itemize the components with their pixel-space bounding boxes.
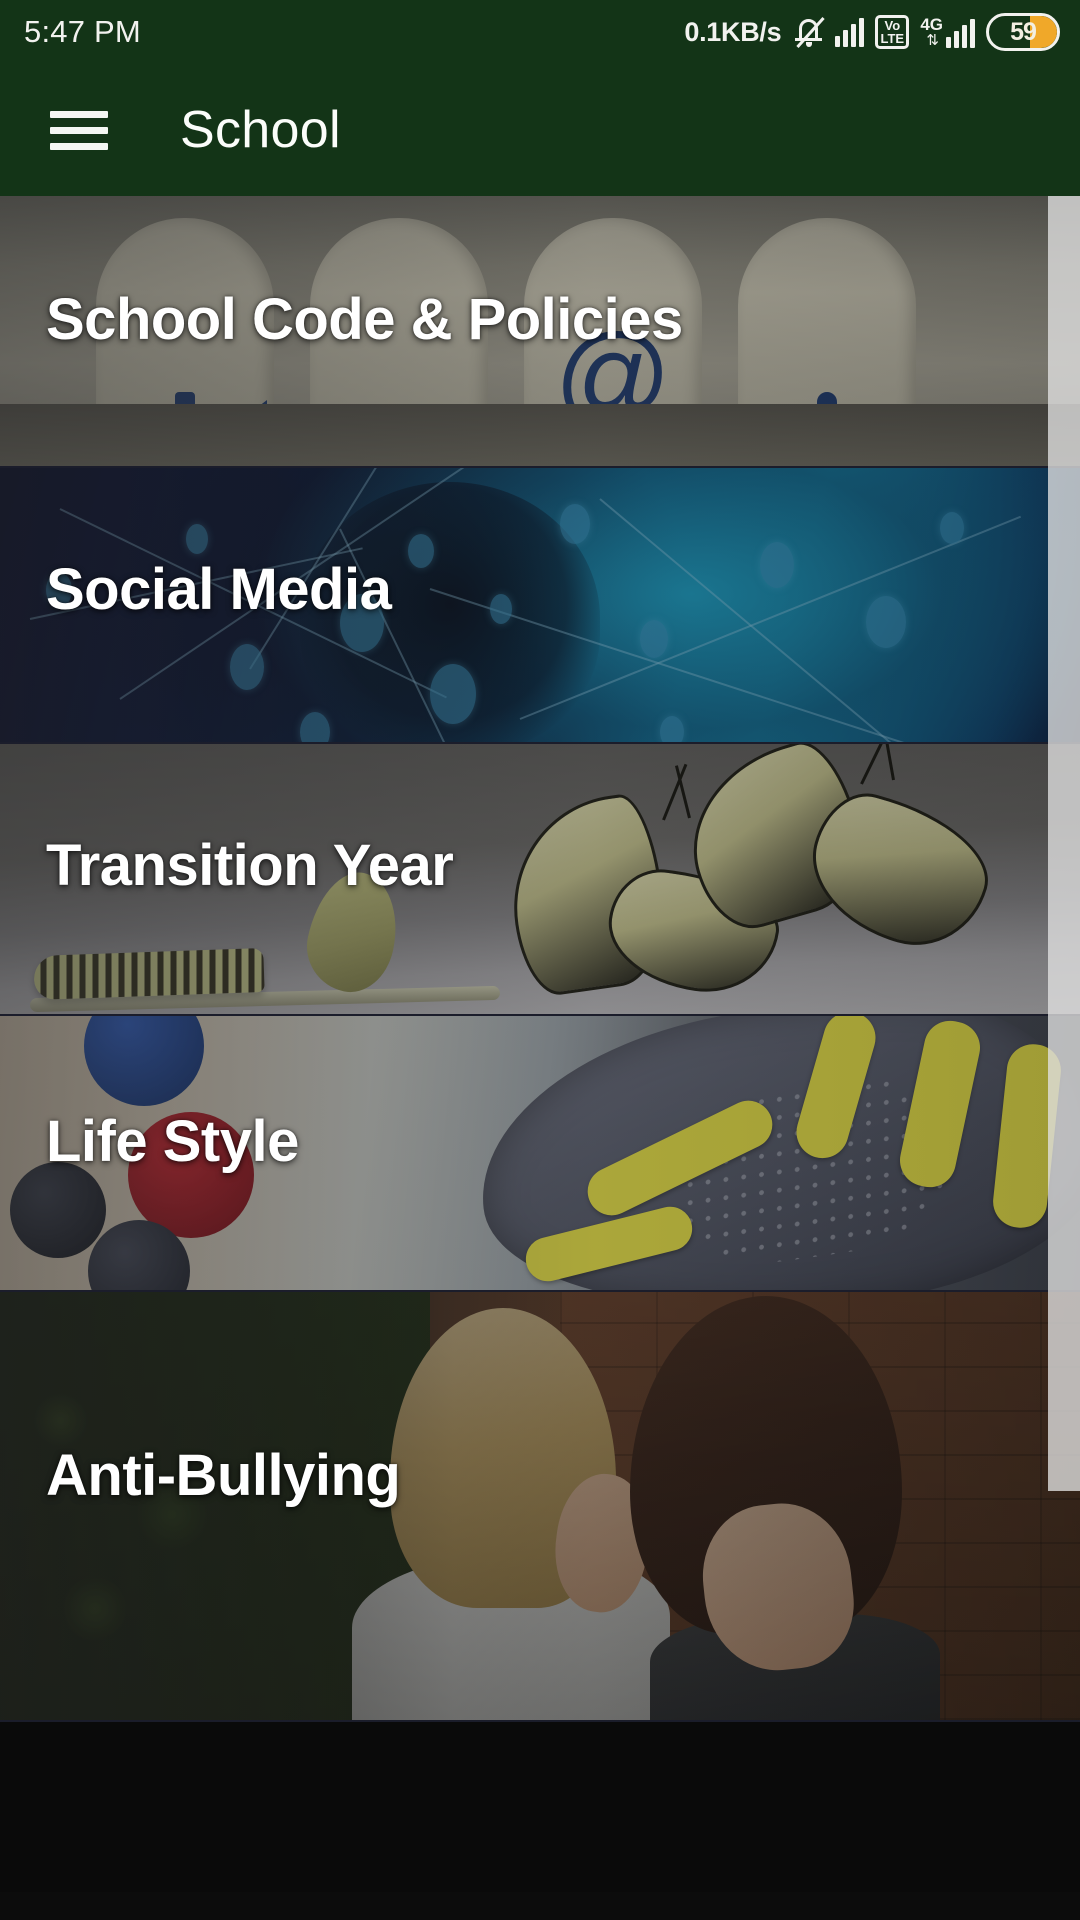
data-arrows-icon: ⇅ xyxy=(926,32,939,49)
battery-percent-label: 59 xyxy=(1010,17,1037,46)
sim2-signal-group: 4G ⇅ xyxy=(920,16,975,48)
list-item[interactable]: Transition Year xyxy=(0,744,1080,1016)
signal-bars-2-icon xyxy=(946,18,975,48)
status-bar-icons: 0.1KB/s Vo LTE 4G ⇅ 59 xyxy=(684,13,1060,51)
list-item[interactable]: Anti-Bullying xyxy=(0,1292,1080,1722)
network-speed-label: 0.1KB/s xyxy=(684,16,782,47)
4g-icon: 4G ⇅ xyxy=(920,16,943,48)
volte-icon: Vo LTE xyxy=(875,15,910,49)
scrollbar[interactable] xyxy=(1048,196,1080,1920)
status-bar-clock: 5:47 PM xyxy=(24,14,141,49)
list-item[interactable]: Social Media xyxy=(0,468,1080,744)
page-title: School xyxy=(180,101,341,159)
list-item-label: Life Style xyxy=(46,1109,299,1174)
volte-bottom-label: LTE xyxy=(880,31,905,46)
list-item[interactable]: Life Style xyxy=(0,1016,1080,1292)
signal-bars-icon xyxy=(835,17,865,47)
phone-screen: 5:47 PM 0.1KB/s Vo LTE 4G ⇅ 59 School Sc… xyxy=(0,0,1080,1920)
4g-label: 4G xyxy=(920,15,943,34)
hamburger-menu-icon[interactable] xyxy=(50,102,108,159)
category-list[interactable]: @ School Code & Policies xyxy=(0,196,1080,1920)
list-item-label: School Code & Policies xyxy=(46,287,683,352)
bottom-strip xyxy=(0,1892,1080,1920)
list-item-label: Social Media xyxy=(46,557,392,622)
app-bar: School xyxy=(0,64,1080,196)
list-item-label: Anti-Bullying xyxy=(46,1443,401,1508)
list-item-label: Transition Year xyxy=(46,833,454,898)
scrollbar-thumb[interactable] xyxy=(1048,196,1080,1491)
list-item[interactable]: @ School Code & Policies xyxy=(0,196,1080,468)
battery-icon: 59 xyxy=(986,13,1060,51)
status-bar: 5:47 PM 0.1KB/s Vo LTE 4G ⇅ 59 xyxy=(0,0,1080,64)
bell-muted-icon xyxy=(794,15,825,49)
